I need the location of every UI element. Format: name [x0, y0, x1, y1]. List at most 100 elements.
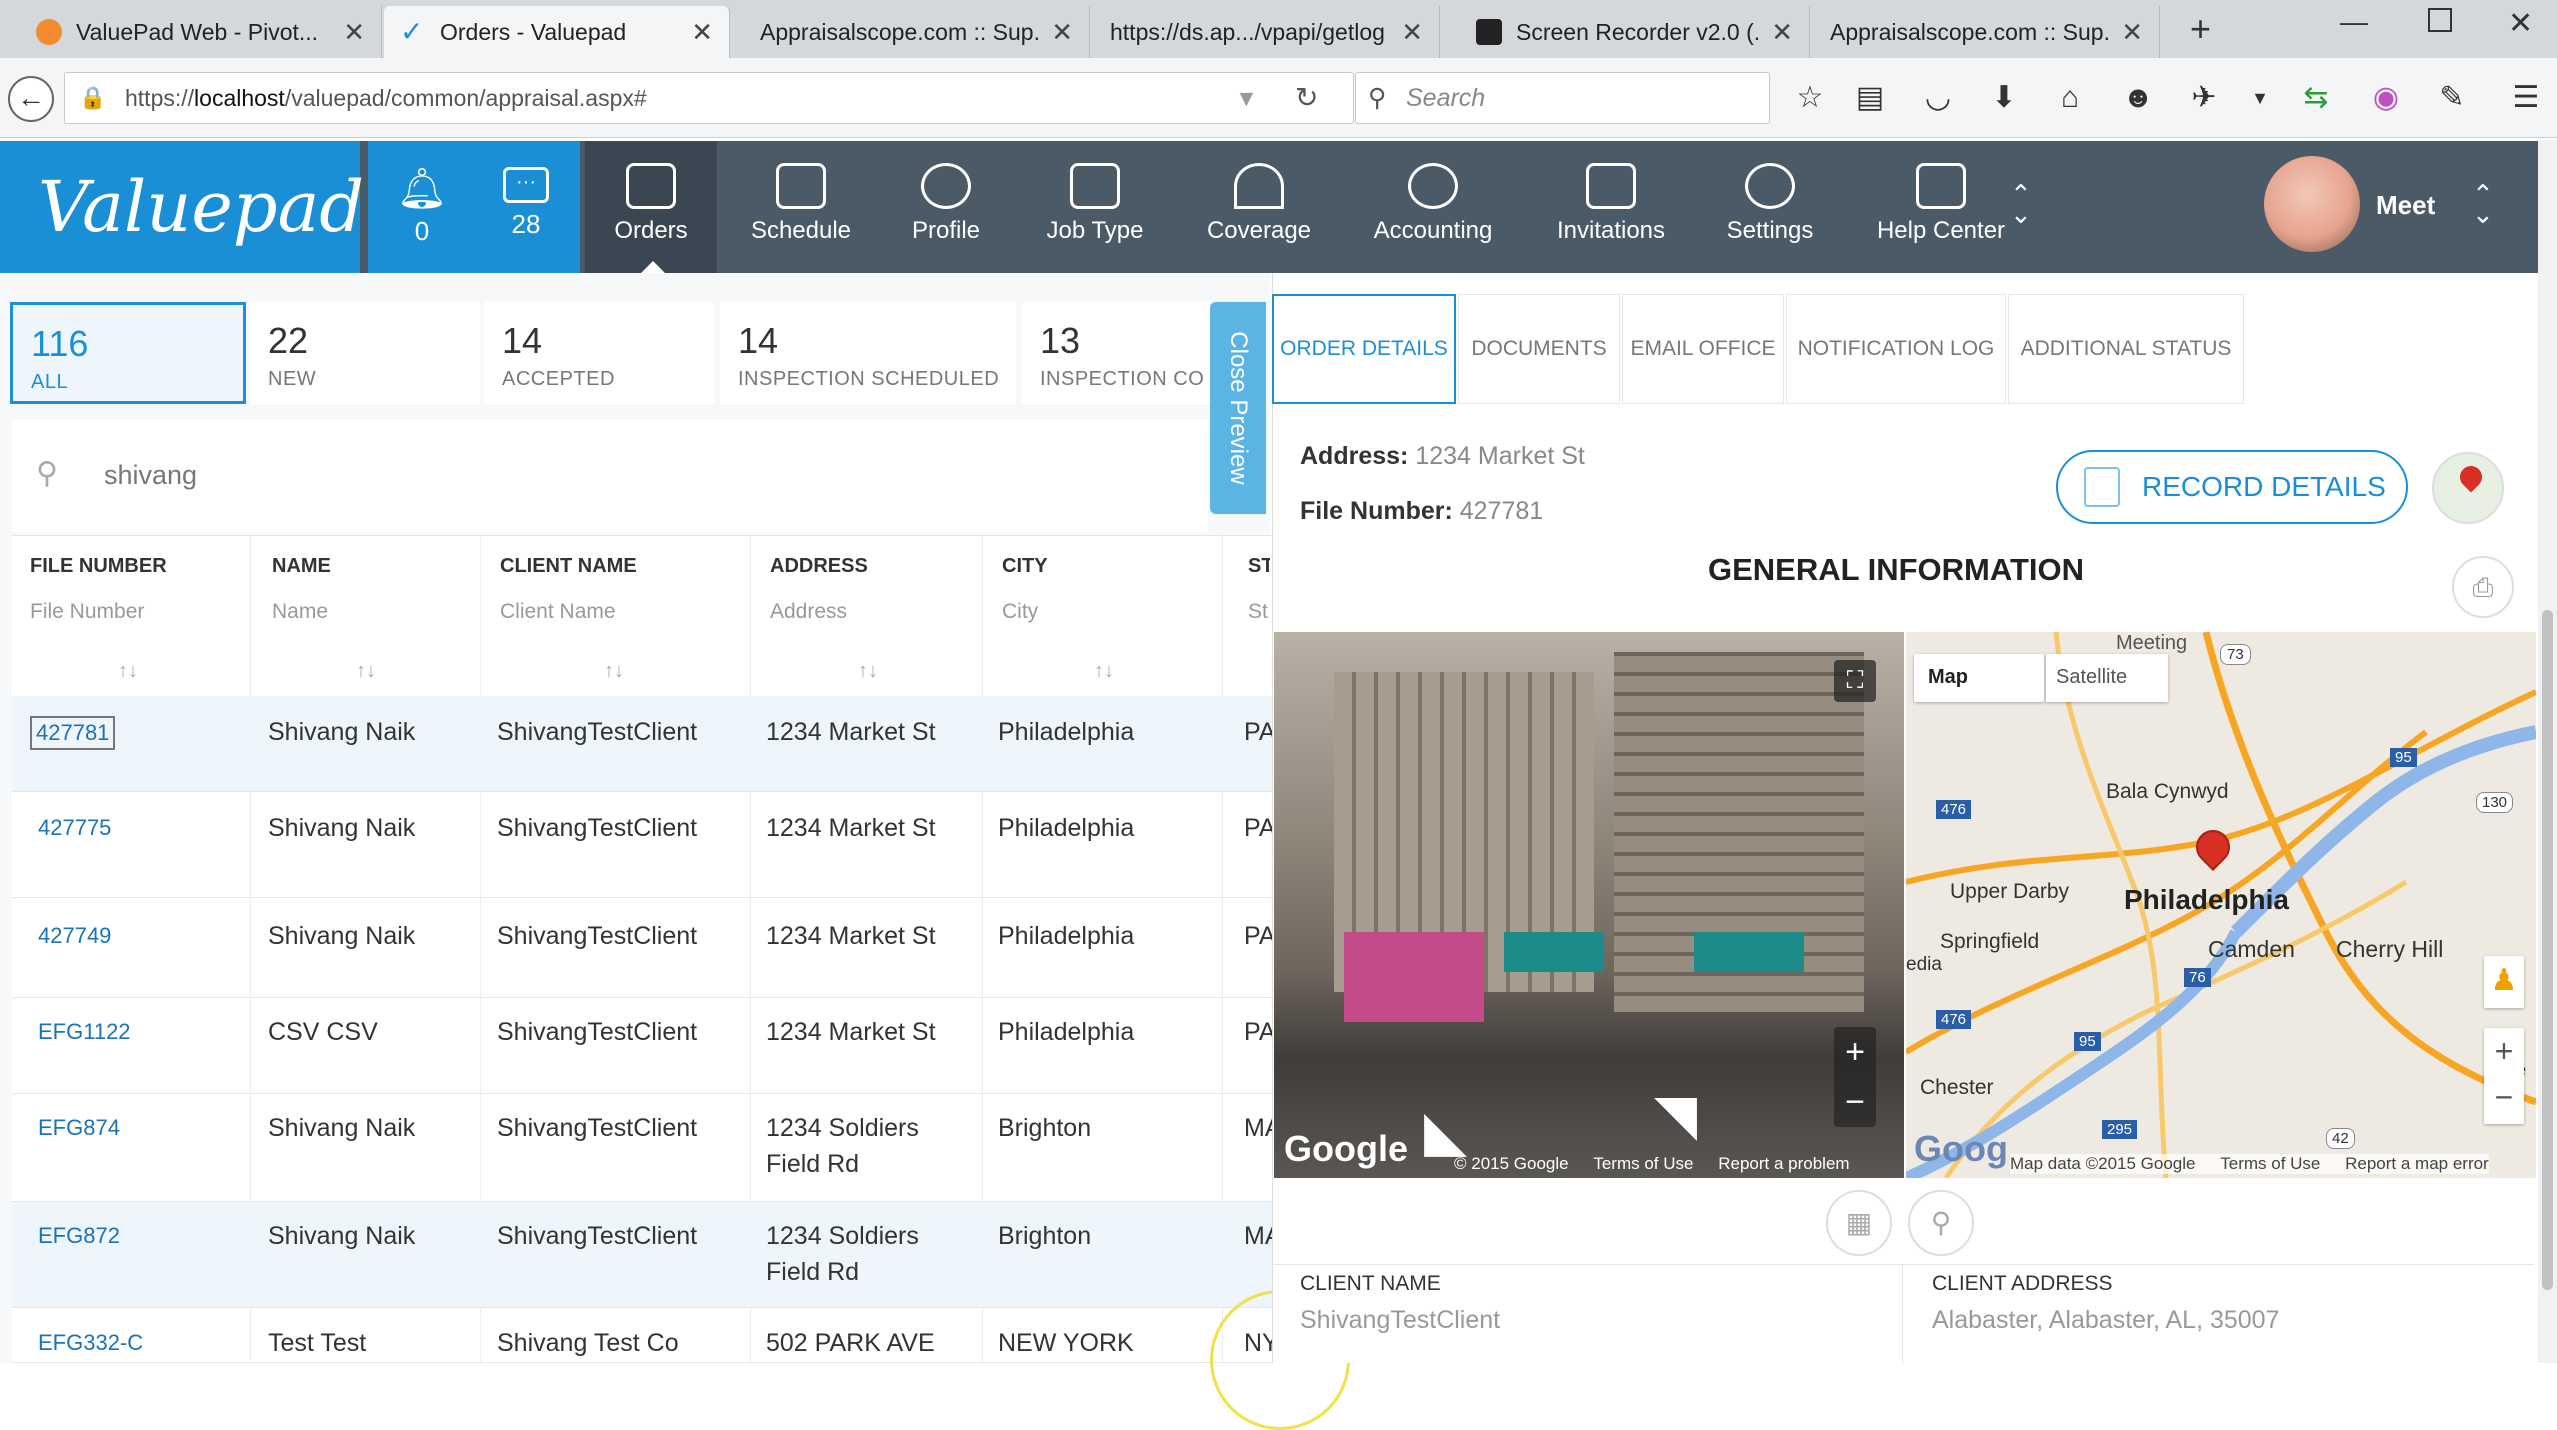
zoom-search-icon[interactable]: ⚲	[1908, 1190, 1974, 1256]
col-header-address[interactable]: ADDRESS	[770, 555, 868, 578]
file-number-link[interactable]: EFG1122	[38, 1014, 131, 1050]
pegman-icon[interactable]: ♟	[2484, 956, 2524, 1008]
filter-city[interactable]: City	[1002, 600, 1038, 624]
map-panel[interactable]: Map Satellite Meeting Bala Cynwyd Upper …	[1906, 632, 2536, 1178]
calendar-icon[interactable]: ▦	[1826, 1190, 1892, 1256]
browser-tab[interactable]: https://ds.ap.../vpapi/getlog ✕	[1094, 6, 1440, 58]
filter-address[interactable]: Address	[770, 600, 847, 624]
streetview-arrow-right-icon[interactable]: ◥	[1654, 1082, 1697, 1148]
filter-name[interactable]: Name	[272, 600, 328, 624]
streetview-terms-link[interactable]: Terms of Use	[1593, 1154, 1693, 1173]
messages-button[interactable]: ··· 28	[472, 141, 580, 273]
reload-icon[interactable]: ↻	[1295, 73, 1318, 123]
filter-state[interactable]: St	[1248, 600, 1270, 624]
sync-arrows-icon[interactable]: ⇆	[2296, 78, 2336, 118]
close-tab-icon[interactable]: ✕	[1771, 17, 1793, 48]
sort-arrows-icon[interactable]: ↑↓	[356, 660, 376, 683]
minimize-window-icon[interactable]: —	[2340, 6, 2368, 38]
status-tile-new[interactable]: 22 NEW	[250, 302, 480, 404]
avatar[interactable]	[2264, 156, 2360, 252]
col-header-file-number[interactable]: FILE NUMBER	[30, 555, 167, 578]
browser-tab[interactable]: ValuePad Web - Pivot... ✕	[20, 6, 382, 58]
orders-search-box[interactable]: ⚲ shivang	[12, 420, 1208, 532]
nav-profile[interactable]: Profile	[880, 141, 1012, 273]
pen-tool-icon[interactable]: ✎	[2432, 78, 2472, 118]
sort-arrows-icon[interactable]: ↑↓	[118, 660, 138, 683]
search-input[interactable]: shivang	[104, 460, 197, 491]
nav-coverage[interactable]: Coverage	[1188, 141, 1330, 273]
user-menu-chevrons-icon[interactable]: ⌃ ⌄	[2472, 181, 2494, 227]
address-bar[interactable]: 🔒 https://localhost/valuepad/common/appr…	[64, 72, 1354, 124]
map-report-link[interactable]: Report a map error	[2345, 1154, 2489, 1173]
close-preview-tab[interactable]: Close Preview	[1210, 302, 1266, 514]
browser-tab[interactable]: Appraisalscope.com :: Sup... ✕	[1814, 6, 2160, 58]
nav-job-type[interactable]: Job Type	[1024, 141, 1166, 273]
file-number-link[interactable]: EFG332-C	[38, 1325, 143, 1361]
sort-arrows-icon[interactable]: ↑↓	[604, 660, 624, 683]
nav-help-center[interactable]: Help Center	[1866, 141, 2016, 273]
nav-scroll-chevrons-icon[interactable]: ⌃ ⌄	[2010, 181, 2032, 227]
download-icon[interactable]: ⬇	[1984, 78, 2024, 118]
col-header-client-name[interactable]: CLIENT NAME	[500, 555, 637, 578]
nav-settings[interactable]: Settings	[1704, 141, 1836, 273]
browser-tab[interactable]: Screen Recorder v2.0 (... ✕	[1460, 6, 1810, 58]
close-tab-icon[interactable]: ✕	[691, 17, 713, 48]
nav-orders[interactable]: Orders	[585, 141, 717, 273]
close-tab-icon[interactable]: ✕	[343, 17, 365, 48]
status-tile-inspection-scheduled[interactable]: 14 INSPECTION SCHEDULED	[720, 302, 1016, 404]
streetview-zoom-control[interactable]: + −	[1834, 1027, 1876, 1127]
url-dropdown-icon[interactable]: ▼	[1235, 73, 1258, 123]
record-details-button[interactable]: RECORD DETAILS	[2056, 450, 2408, 524]
pocket-icon[interactable]: ◡	[1918, 78, 1958, 118]
user-name[interactable]: Meet	[2376, 190, 2435, 221]
tab-documents[interactable]: DOCUMENTS	[1458, 294, 1620, 404]
file-number-link[interactable]: EFG872	[38, 1218, 120, 1254]
status-tile-inspection-completed[interactable]: 13 INSPECTION CO	[1022, 302, 1210, 404]
back-arrow-icon[interactable]: ←	[8, 76, 54, 122]
restore-window-icon[interactable]	[2428, 8, 2452, 32]
close-tab-icon[interactable]: ✕	[2121, 17, 2143, 48]
filter-client-name[interactable]: Client Name	[500, 600, 616, 624]
streetview-report-link[interactable]: Report a problem	[1718, 1154, 1849, 1173]
status-tile-all[interactable]: 116 ALL	[10, 302, 246, 404]
street-view-panel[interactable]: ⛶ + − ◣ ◥ Google © 2015 Google Terms of U…	[1274, 632, 1904, 1178]
google-maps-icon[interactable]	[2432, 452, 2504, 524]
map-type-map-button[interactable]: Map	[1928, 666, 1968, 689]
reading-list-icon[interactable]: ▤	[1850, 78, 1890, 118]
menu-hamburger-icon[interactable]: ☰	[2506, 78, 2546, 118]
tab-notification-log[interactable]: NOTIFICATION LOG	[1786, 294, 2006, 404]
col-header-city[interactable]: CITY	[1002, 555, 1048, 578]
close-tab-icon[interactable]: ✕	[1401, 17, 1423, 48]
extension-dropdown-icon[interactable]: ▼	[2240, 78, 2280, 118]
color-picker-icon[interactable]: ◉	[2366, 78, 2406, 118]
scrollbar-thumb[interactable]	[2542, 610, 2553, 1290]
col-header-state[interactable]: ST	[1248, 555, 1270, 578]
bookmark-star-icon[interactable]: ☆	[1790, 78, 1830, 118]
map-terms-link[interactable]: Terms of Use	[2220, 1154, 2320, 1173]
browser-search-input[interactable]: ⚲ Search	[1355, 72, 1770, 124]
sort-arrows-icon[interactable]: ↑↓	[858, 660, 878, 683]
tab-email-office[interactable]: EMAIL OFFICE	[1622, 294, 1784, 404]
nav-invitations[interactable]: Invitations	[1540, 141, 1682, 273]
sort-arrows-icon[interactable]: ↑↓	[1094, 660, 1114, 683]
nav-accounting[interactable]: Accounting	[1362, 141, 1504, 273]
filter-file-number[interactable]: File Number	[30, 600, 144, 624]
browser-tab[interactable]: Appraisalscope.com :: Sup... ✕	[744, 6, 1090, 58]
file-number-link[interactable]: 427775	[38, 810, 111, 846]
close-tab-icon[interactable]: ✕	[1051, 17, 1073, 48]
page-scrollbar[interactable]	[2538, 140, 2557, 1363]
fullscreen-icon[interactable]: ⛶	[1834, 660, 1876, 702]
browser-tab-active[interactable]: ✓ Orders - Valuepad ✕	[384, 6, 730, 58]
file-number-link[interactable]: 427781	[30, 716, 116, 750]
extension-icon[interactable]: ✈	[2184, 78, 2224, 118]
tab-additional-status[interactable]: ADDITIONAL STATUS	[2008, 294, 2244, 404]
nav-schedule[interactable]: Schedule	[730, 141, 872, 273]
tab-order-details[interactable]: ORDER DETAILS	[1272, 294, 1456, 404]
home-icon[interactable]: ⌂	[2050, 78, 2090, 118]
new-tab-icon[interactable]: +	[2190, 8, 2211, 50]
close-window-icon[interactable]: ✕	[2508, 6, 2533, 41]
status-tile-accepted[interactable]: 14 ACCEPTED	[484, 302, 714, 404]
chat-icon[interactable]: ☻	[2118, 78, 2158, 118]
file-number-link[interactable]: EFG874	[38, 1110, 120, 1146]
valuepad-logo[interactable]: Valuepad	[0, 141, 364, 273]
